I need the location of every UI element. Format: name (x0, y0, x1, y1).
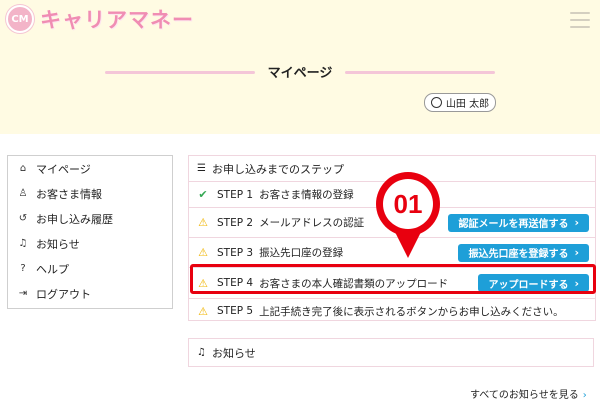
callout-pin-circle: 01 (376, 172, 440, 236)
chevron-right-icon: › (582, 390, 587, 401)
home-icon: ⌂ (19, 163, 27, 174)
step-text: お客さま情報の登録 (259, 189, 354, 201)
user-icon: ♙ (18, 188, 28, 199)
user-button[interactable]: 山田 太郎 (424, 93, 496, 112)
steps-heading-text: お申し込みまでのステップ (211, 162, 344, 176)
help-icon: ? (20, 263, 26, 274)
step-number: STEP 2 (217, 216, 254, 229)
step-text: 上記手続き完了後に表示されるボタンからお申し込みください。 (259, 305, 564, 318)
hamburger-menu-icon[interactable] (570, 12, 590, 28)
sidebar-item-logout[interactable]: ⇥ ログアウト (8, 281, 172, 306)
title-decoration-right (345, 71, 495, 74)
sidebar-item-mypage[interactable]: ⌂ マイページ (8, 156, 172, 181)
warning-icon: ⚠ (198, 216, 208, 229)
header: CM キャリアマネー マイページ 山田 太郎 (0, 0, 600, 134)
step-text: 振込先口座の登録 (259, 247, 344, 259)
logo-badge-icon: CM (6, 5, 34, 33)
chevron-right-icon: › (574, 216, 579, 229)
callout-pin: 01 (374, 172, 444, 272)
page-title: マイページ (267, 66, 333, 81)
bell-icon: ♫ (197, 347, 206, 358)
step-number: STEP 5 (217, 305, 254, 317)
sidebar-item-help[interactable]: ? ヘルプ (8, 256, 172, 281)
user-name: 山田 太郎 (445, 99, 490, 110)
sidebar-item-label: お申し込み履歴 (36, 212, 113, 226)
warning-icon: ⚠ (198, 304, 208, 318)
page-title-wrap: マイページ (105, 60, 495, 84)
callout-number: 01 (383, 179, 433, 229)
step-number: STEP 1 (217, 188, 254, 201)
app-name: キャリアマネー (40, 8, 194, 32)
sidebar-item-history[interactable]: ↺ お申し込み履歴 (8, 206, 172, 231)
bell-icon: ♫ (18, 238, 28, 249)
sidebar-item-label: お客さま情報 (36, 187, 102, 201)
resend-verification-button[interactable]: 認証メールを再送信する › (448, 213, 589, 232)
all-notices-label: すべてのお知らせを見る (470, 390, 579, 401)
warning-icon: ⚠ (198, 246, 208, 259)
sidebar-item-label: お知らせ (36, 237, 80, 251)
user-circle-icon (430, 97, 442, 108)
check-icon: ✔ (198, 188, 208, 201)
step-text: メールアドレスの認証 (259, 217, 365, 229)
sidebar-item-label: ヘルプ (36, 262, 69, 276)
step-number: STEP 3 (217, 246, 254, 259)
notice-heading: お知らせ (211, 346, 256, 360)
list-icon: ☰ (197, 163, 206, 174)
logout-icon: ⇥ (18, 288, 28, 299)
sidebar-item-customer-info[interactable]: ♙ お客さま情報 (8, 181, 172, 206)
chevron-right-icon: › (574, 246, 579, 259)
step-row-5: ⚠ STEP 5 上記手続き完了後に表示されるボタンからお申し込みください。 (189, 298, 595, 323)
history-icon: ↺ (18, 213, 28, 224)
sidebar: ⌂ マイページ ♙ お客さま情報 ↺ お申し込み履歴 ♫ お知らせ ? ヘルプ … (7, 155, 173, 309)
logo[interactable]: CM キャリアマネー (6, 4, 194, 34)
title-decoration-left (105, 71, 255, 74)
all-notices-link[interactable]: すべてのお知らせを見る › (470, 386, 587, 401)
register-bank-account-button[interactable]: 振込先口座を登録する › (458, 243, 589, 262)
sidebar-item-label: マイページ (36, 162, 91, 176)
sidebar-item-notices[interactable]: ♫ お知らせ (8, 231, 172, 256)
button-label: 認証メールを再送信する (458, 219, 569, 230)
button-label: 振込先口座を登録する (468, 249, 569, 260)
notice-panel: ♫ お知らせ (188, 338, 594, 367)
sidebar-item-label: ログアウト (36, 287, 91, 301)
